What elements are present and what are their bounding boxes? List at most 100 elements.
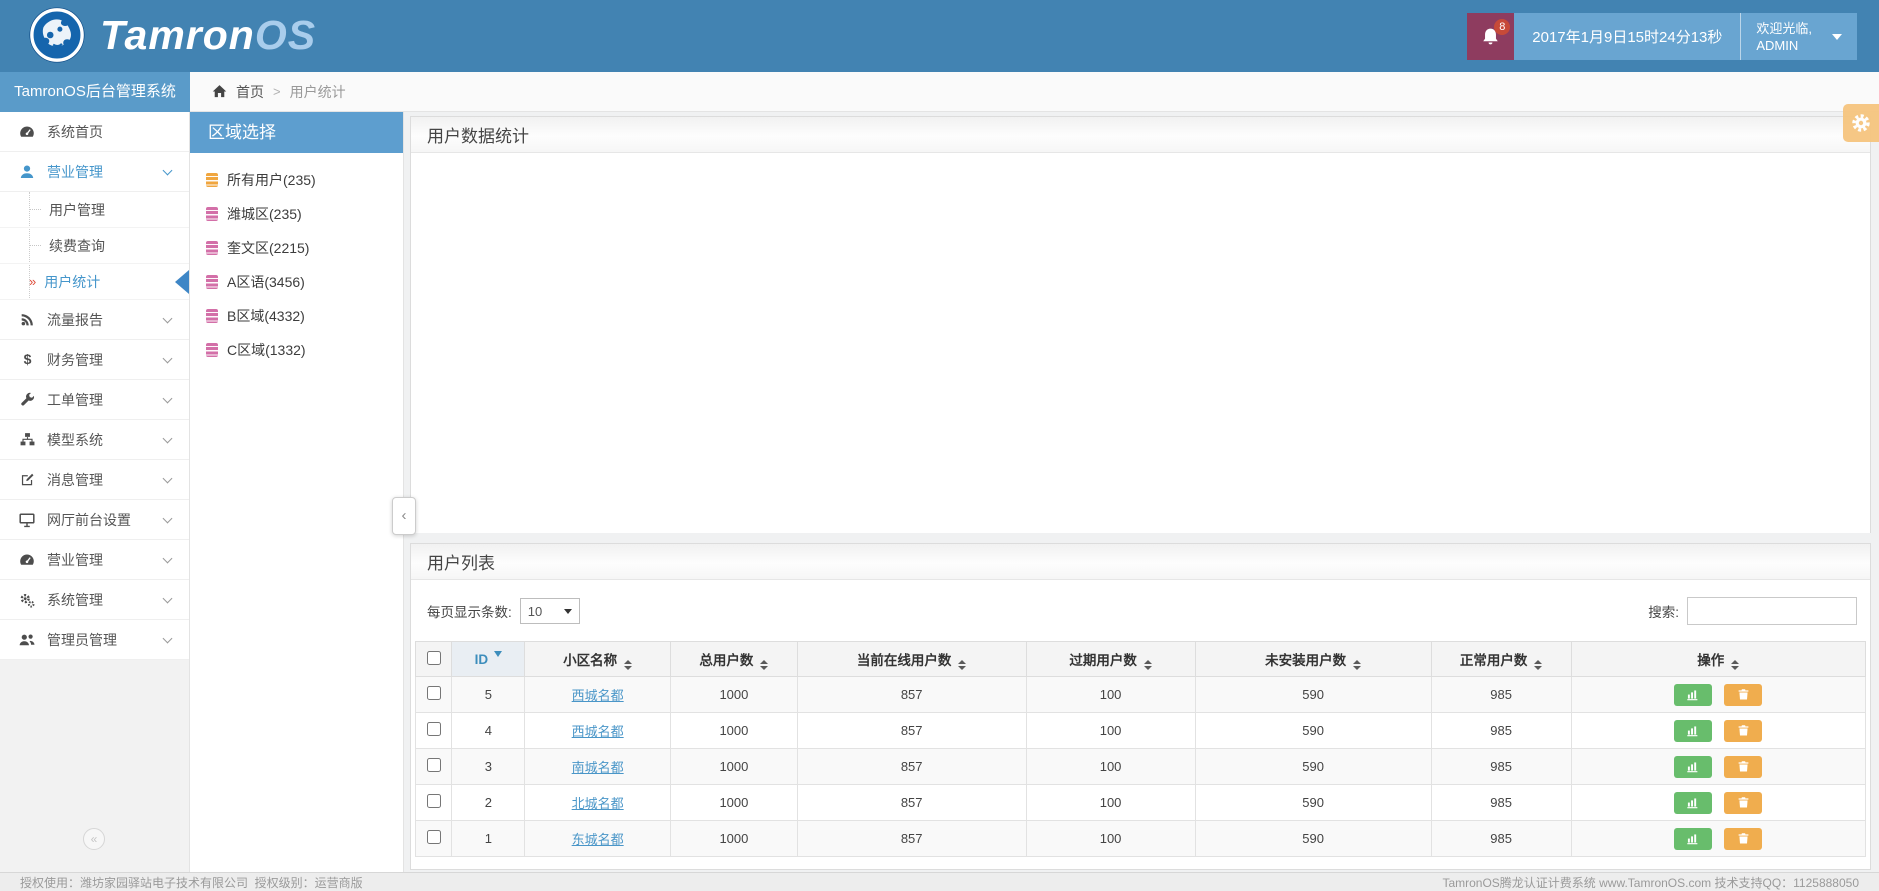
active-marker: » [29, 274, 37, 289]
region-item-label: 奎文区(2215) [227, 240, 310, 256]
sidebar-item[interactable]: 管理员管理 [0, 620, 189, 660]
view-chart-button[interactable] [1674, 791, 1713, 814]
cell-uninstalled: 590 [1194, 820, 1432, 857]
bar-chart-icon [1686, 832, 1700, 846]
sidebar-item[interactable]: 流量报告 [0, 300, 189, 340]
top-header: TamronOS 8 2017年1月9日15时24分13秒 欢迎光临, ADMI… [0, 0, 1879, 72]
sort-icon [1534, 659, 1543, 670]
cell-name: 西城名都 [524, 676, 672, 713]
sidebar-item[interactable]: 模型系统 [0, 420, 189, 460]
user-menu[interactable]: 欢迎光临, ADMIN [1740, 13, 1857, 60]
row-select-cell [414, 820, 453, 857]
region-item-label: 所有用户(235) [227, 172, 316, 188]
sidebar-item-label: 工单管理 [47, 391, 103, 408]
cell-actions [1570, 784, 1867, 821]
sidebar-item[interactable]: $ 财务管理 [0, 340, 189, 380]
search-input[interactable] [1687, 597, 1857, 625]
username: ADMIN [1756, 37, 1799, 53]
sidebar-item-label: 系统首页 [47, 123, 103, 140]
users-icon [18, 632, 36, 648]
breadcrumb-current: 用户统计 [289, 83, 346, 100]
region-item[interactable]: 所有用户(235) [190, 163, 403, 197]
sidebar-item[interactable]: 系统管理 [0, 580, 189, 620]
column-header-uninstalled[interactable]: 未安装用户数 [1194, 641, 1432, 677]
cell-normal: 985 [1430, 820, 1572, 857]
sidebar-item[interactable]: 网厅前台设置 [0, 500, 189, 540]
region-list: 所有用户(235) 潍城区(235) 奎文区(2215) A区语(3456) B区域(4… [190, 153, 403, 367]
delete-button[interactable] [1724, 755, 1763, 778]
chevron-down-icon [162, 473, 173, 483]
column-header-select [414, 641, 453, 677]
sidebar-collapse-circle[interactable]: « [83, 828, 105, 850]
notifications-button[interactable]: 8 [1467, 13, 1515, 60]
cell-actions [1570, 748, 1867, 785]
sidebar-item-label: 流量报告 [47, 311, 103, 328]
sidebar-item[interactable]: 系统首页 [0, 112, 189, 152]
breadcrumb-home[interactable]: 首页 [236, 82, 264, 102]
row-checkbox[interactable] [426, 830, 441, 844]
logo-text: TamronOS [100, 11, 317, 58]
sidebar-subitem[interactable]: 续费查询 [0, 228, 189, 264]
view-chart-button[interactable] [1674, 719, 1713, 742]
home-icon[interactable] [212, 84, 227, 99]
column-header-actions[interactable]: 操作 [1570, 641, 1867, 677]
cell-actions [1570, 820, 1867, 857]
view-chart-button[interactable] [1674, 755, 1713, 778]
region-item[interactable]: C区域(1332) [190, 333, 403, 367]
sidebar-item[interactable]: 营业管理 [0, 152, 189, 192]
row-checkbox[interactable] [426, 686, 441, 700]
cell-name: 南城名都 [524, 748, 672, 785]
view-chart-button[interactable] [1674, 827, 1713, 850]
sidebar-subitem[interactable]: 用户管理 [0, 192, 189, 228]
sidebar-subitem[interactable]: » 用户统计 [0, 264, 189, 300]
sort-icon [958, 659, 967, 670]
delete-button[interactable] [1724, 827, 1763, 850]
region-item[interactable]: A区语(3456) [190, 265, 403, 299]
region-item[interactable]: B区域(4332) [190, 299, 403, 333]
delete-button[interactable] [1724, 791, 1763, 814]
delete-button[interactable] [1724, 719, 1763, 742]
cell-normal: 985 [1430, 712, 1572, 749]
bar-chart-icon [1686, 724, 1700, 738]
bar-chart-icon [1686, 688, 1700, 702]
column-header-normal[interactable]: 正常用户数 [1430, 641, 1572, 677]
sidebar-item-label: 模型系统 [47, 431, 103, 448]
brand-logo[interactable]: TamronOS [28, 6, 316, 64]
row-checkbox[interactable] [426, 794, 441, 808]
view-chart-button[interactable] [1674, 683, 1713, 706]
community-link[interactable]: 西城名都 [572, 688, 624, 703]
sidebar-item[interactable]: 工单管理 [0, 380, 189, 420]
sidebar-item[interactable]: 营业管理 [0, 540, 189, 580]
community-link[interactable]: 东城名都 [572, 832, 624, 847]
user-table: ID 小区名称 总用户数 当前在线用户数 过期用户数 未安装用户数 正常用户数 操作 5 西城名… [414, 641, 1867, 857]
sidebar-item[interactable]: 消息管理 [0, 460, 189, 500]
region-item[interactable]: 潍城区(235) [190, 197, 403, 231]
row-checkbox[interactable] [426, 722, 441, 736]
community-link[interactable]: 南城名都 [572, 760, 624, 775]
sidebar-item-label: 消息管理 [47, 471, 103, 488]
community-link[interactable]: 北城名都 [572, 796, 624, 811]
select-all-checkbox[interactable] [426, 650, 441, 665]
delete-button[interactable] [1724, 683, 1763, 706]
cell-online: 857 [796, 712, 1027, 749]
notification-badge: 8 [1494, 19, 1511, 35]
per-page-select[interactable]: 10 [519, 598, 580, 624]
region-item[interactable]: 奎文区(2215) [190, 231, 403, 265]
settings-gear-button[interactable] [1843, 104, 1879, 142]
list-panel-title: 用户列表 [427, 554, 495, 573]
column-header-online[interactable]: 当前在线用户数 [796, 641, 1027, 677]
collapse-region-button[interactable]: ‹ [392, 497, 416, 535]
row-checkbox[interactable] [426, 758, 441, 772]
column-header-total[interactable]: 总用户数 [670, 641, 798, 677]
column-header-id[interactable]: ID [451, 641, 526, 677]
rss-icon [18, 312, 36, 327]
breadcrumb: 首页 > 用户统计 [190, 72, 1879, 112]
column-header-name[interactable]: 小区名称 [524, 641, 672, 677]
stats-chart-area [411, 153, 1870, 533]
cell-uninstalled: 590 [1194, 712, 1432, 749]
cell-online: 857 [796, 676, 1027, 713]
column-header-expired[interactable]: 过期用户数 [1025, 641, 1196, 677]
community-link[interactable]: 西城名都 [572, 724, 624, 739]
caret-down-icon [1832, 33, 1842, 40]
cell-online: 857 [796, 748, 1027, 785]
